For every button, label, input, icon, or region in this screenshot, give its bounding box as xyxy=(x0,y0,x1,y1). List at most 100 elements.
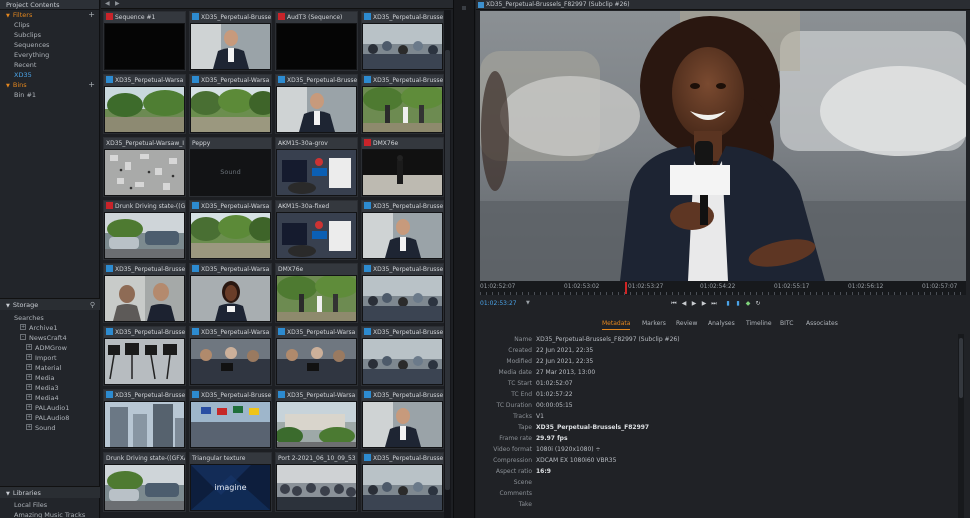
clip-tile[interactable]: Triangular texture imagine xyxy=(189,452,272,512)
add-bin-icon[interactable]: + xyxy=(88,80,95,90)
timeline-ruler[interactable]: 01:02:52:07 01:02:53:02 01:02:53:27 01:02:5… xyxy=(480,281,966,295)
clip-tile[interactable]: XD35_Perpetual-Brusse xyxy=(361,200,444,260)
clip-thumbnail[interactable]: Sound xyxy=(191,150,270,195)
storage-item[interactable]: + Sound xyxy=(0,423,100,433)
clip-tile[interactable]: DMX76e xyxy=(275,263,358,323)
clip-tile[interactable]: XD35_Perpetual-Brusse xyxy=(361,74,444,134)
clip-tile[interactable]: Peppy Sound xyxy=(189,137,272,197)
clip-thumbnail[interactable] xyxy=(191,402,270,447)
clip-thumbnail[interactable] xyxy=(363,150,442,195)
clip-tile[interactable]: XD35_Perpetual-Brusse xyxy=(103,263,186,323)
clip-thumbnail[interactable] xyxy=(105,213,184,258)
filter-item[interactable]: Clips xyxy=(0,20,99,30)
loop-icon[interactable]: ↻ xyxy=(754,300,762,308)
storage-item[interactable]: + ADMGrow xyxy=(0,343,100,353)
expand-icon[interactable]: + xyxy=(26,384,32,390)
grid-scrollbar[interactable] xyxy=(444,10,451,518)
clip-tile[interactable]: XD35_Perpetual-Brusse xyxy=(361,263,444,323)
add-filter-icon[interactable]: + xyxy=(88,10,95,20)
clip-tile[interactable]: XD35_Perpetual-Brusse xyxy=(189,389,272,449)
tab-analyses[interactable]: Analyses xyxy=(708,318,735,330)
library-item[interactable]: Local Files xyxy=(0,500,100,510)
expand-icon[interactable]: + xyxy=(26,424,32,430)
clip-tile[interactable]: XD35_Perpetual-Warsa xyxy=(275,326,358,386)
expand-icon[interactable]: + xyxy=(26,374,32,380)
marker-icon[interactable]: ◆ xyxy=(744,300,752,308)
play-icon[interactable]: ▶ xyxy=(690,300,698,308)
clip-tile[interactable]: DMX76e xyxy=(361,137,444,197)
scrollbar-thumb[interactable] xyxy=(959,338,963,398)
metadata-value[interactable]: 1080i (1920x1080) ÷ xyxy=(536,444,601,455)
clip-thumbnail[interactable] xyxy=(277,150,356,195)
clip-tile[interactable]: XD35_Perpetual-Brusse xyxy=(361,326,444,386)
metadata-value[interactable]: 27 Mar 2013, 13:00 xyxy=(536,367,595,378)
clip-tile[interactable]: XD35_Perpetual-Brusse xyxy=(103,326,186,386)
clip-thumbnail[interactable] xyxy=(191,87,270,132)
clip-thumbnail[interactable] xyxy=(191,276,270,321)
expand-icon[interactable]: + xyxy=(26,354,32,360)
clip-tile[interactable]: XD35_Perpetual-Brussels_F xyxy=(275,74,358,134)
clip-tile[interactable]: XD35_Perpetual-Brusse xyxy=(103,389,186,449)
storage-header[interactable]: ▼ Storage ⚲ xyxy=(0,298,100,310)
metadata-value[interactable]: 01:02:52:07 xyxy=(536,378,573,389)
clip-thumbnail[interactable] xyxy=(191,24,270,69)
panel-splitter[interactable] xyxy=(453,0,475,518)
clip-thumbnail[interactable] xyxy=(363,465,442,510)
clip-thumbnail[interactable] xyxy=(277,465,356,510)
playhead[interactable] xyxy=(625,282,627,294)
storage-item[interactable]: + Archive1 xyxy=(0,323,100,333)
expand-icon[interactable]: + xyxy=(26,364,32,370)
filter-item[interactable]: Everything xyxy=(0,50,99,60)
clip-tile[interactable]: Port 2-2021_06_10_09_53 xyxy=(275,452,358,512)
clip-tile[interactable]: XD35_Perpetual-Brusse xyxy=(361,389,444,449)
search-icon[interactable]: ⚲ xyxy=(90,299,95,311)
clip-tile[interactable]: AKM15-30a-grov xyxy=(275,137,358,197)
tab-bitc[interactable]: BITC xyxy=(780,318,793,330)
metadata-value[interactable]: XD35_Perpetual-Brussels_F82997 xyxy=(536,422,649,433)
clip-thumbnail[interactable] xyxy=(363,87,442,132)
clip-thumbnail[interactable] xyxy=(363,339,442,384)
clip-tile[interactable]: Drunk Driving state-((GFXA xyxy=(103,452,186,512)
clip-thumbnail[interactable] xyxy=(105,150,184,195)
clip-tile[interactable]: XD35_Perpetual-Warsa xyxy=(189,74,272,134)
clip-thumbnail[interactable] xyxy=(363,213,442,258)
video-frame[interactable] xyxy=(480,11,966,281)
clip-thumbnail[interactable]: imagine xyxy=(191,465,270,510)
library-item[interactable]: Amazing Music Tracks xyxy=(0,510,100,518)
clip-thumbnail[interactable] xyxy=(105,24,184,69)
filter-item[interactable]: XD35 xyxy=(0,70,99,80)
clip-thumbnail[interactable] xyxy=(105,87,184,132)
clip-thumbnail[interactable] xyxy=(191,213,270,258)
metadata-value[interactable]: V1 xyxy=(536,411,544,422)
expand-icon[interactable]: + xyxy=(20,324,26,330)
timecode-menu-icon[interactable]: ▼ xyxy=(526,300,530,306)
filter-item[interactable]: Sequences xyxy=(0,40,99,50)
tab-timeline[interactable]: Timeline xyxy=(746,318,772,330)
expand-icon[interactable]: + xyxy=(26,394,32,400)
clip-thumbnail[interactable] xyxy=(105,465,184,510)
scrollbar-thumb[interactable] xyxy=(445,50,450,490)
clip-tile[interactable]: AKM15-30a-fixed xyxy=(275,200,358,260)
clip-thumbnail[interactable] xyxy=(191,339,270,384)
storage-item[interactable]: + PALAudio1 xyxy=(0,403,100,413)
metadata-value[interactable]: 29.97 fps xyxy=(536,433,568,444)
expand-icon[interactable]: + xyxy=(26,344,32,350)
storage-item[interactable]: + Import xyxy=(0,353,100,363)
go-to-start-icon[interactable]: ⏮ xyxy=(670,300,678,308)
clip-thumbnail[interactable] xyxy=(105,402,184,447)
clip-thumbnail[interactable] xyxy=(277,402,356,447)
metadata-value[interactable]: XDCAM EX 1080i60 VBR35 xyxy=(536,455,616,466)
clip-thumbnail[interactable] xyxy=(105,276,184,321)
clip-thumbnail[interactable] xyxy=(277,276,356,321)
clip-tile[interactable]: XD35_Perpetual-Brusse xyxy=(361,452,444,512)
storage-item[interactable]: + Media xyxy=(0,373,100,383)
clip-tile[interactable]: XD35_Perpetual-Warsa xyxy=(189,326,272,386)
clip-tile[interactable]: AudT3 (Sequence) xyxy=(275,11,358,71)
back-arrow-icon[interactable]: ◀ xyxy=(105,0,110,7)
clip-thumbnail[interactable] xyxy=(105,339,184,384)
clip-tile[interactable]: XD35_Perpetual-Warsa xyxy=(103,74,186,134)
go-to-end-icon[interactable]: ⏭ xyxy=(710,300,718,308)
libraries-header[interactable]: ▼ Libraries xyxy=(0,486,100,498)
filter-item[interactable]: Recent xyxy=(0,60,99,70)
metadata-scrollbar[interactable] xyxy=(958,334,964,518)
